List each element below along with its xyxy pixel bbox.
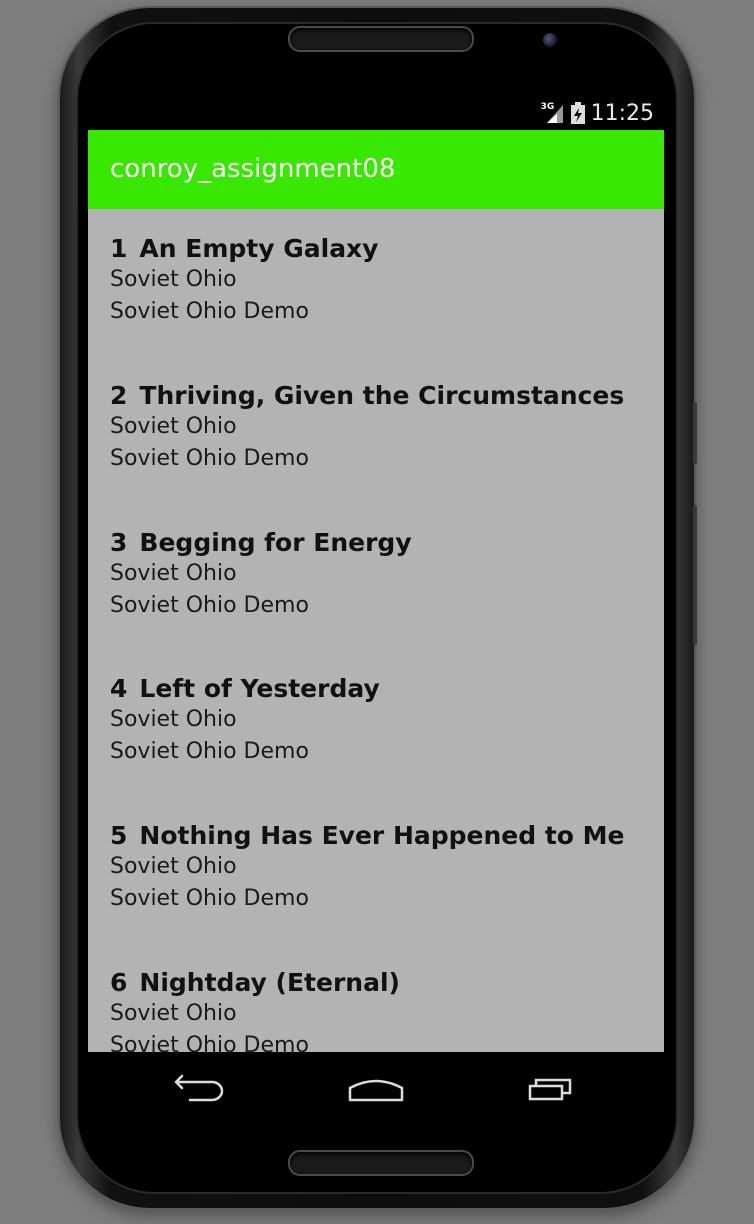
- back-icon: [174, 1074, 224, 1102]
- track-number: 2: [110, 381, 128, 410]
- track-title-line: 3 Begging for Energy: [110, 528, 650, 558]
- recents-icon: [528, 1078, 572, 1101]
- track-number: 5: [110, 821, 128, 850]
- track-artist: Soviet Ohio: [110, 561, 237, 586]
- list-item[interactable]: 4 Left of Yesterday Soviet Ohio Soviet Oh…: [110, 674, 650, 768]
- track-artist: Soviet Ohio: [110, 414, 237, 439]
- track-title-line: 6 Nightday (Eternal): [110, 968, 650, 998]
- list-item[interactable]: 3 Begging for Energy Soviet Ohio Soviet O…: [110, 528, 650, 622]
- list-item[interactable]: 2 Thriving, Given the Circumstances Sovie…: [110, 381, 650, 475]
- front-camera: [543, 33, 557, 47]
- list-item[interactable]: 1 An Empty Galaxy Soviet Ohio Soviet Ohio…: [110, 234, 650, 328]
- top-speaker-grille: [288, 26, 474, 52]
- app-title: conroy_assignment08: [110, 154, 396, 184]
- track-title-line: 1 An Empty Galaxy: [110, 234, 650, 264]
- track-number: 4: [110, 674, 128, 703]
- battery-icon: [570, 102, 585, 124]
- track-list[interactable]: 1 An Empty Galaxy Soviet Ohio Soviet Ohio…: [88, 209, 664, 1052]
- track-title: Thriving, Given the Circumstances: [139, 381, 625, 410]
- track-title-line: 4 Left of Yesterday: [110, 674, 650, 704]
- recents-button[interactable]: [512, 1066, 592, 1110]
- track-album: Soviet Ohio Demo: [110, 593, 309, 618]
- bottom-speaker-grille: [288, 1150, 474, 1176]
- list-item[interactable]: 5 Nothing Has Ever Happened to Me Soviet …: [110, 821, 650, 915]
- track-number: 6: [110, 968, 128, 997]
- track-album: Soviet Ohio Demo: [110, 739, 309, 764]
- track-artist: Soviet Ohio: [110, 854, 237, 879]
- home-icon: [348, 1079, 404, 1102]
- track-album: Soviet Ohio Demo: [110, 446, 309, 471]
- track-album: Soviet Ohio Demo: [110, 1033, 309, 1052]
- track-title: Nothing Has Ever Happened to Me: [139, 821, 625, 850]
- power-button: [693, 505, 697, 645]
- track-artist: Soviet Ohio: [110, 707, 237, 732]
- status-bar: 3G 11:25: [88, 96, 664, 130]
- track-number: 3: [110, 528, 128, 557]
- track-artist: Soviet Ohio: [110, 1001, 237, 1026]
- track-title: Nightday (Eternal): [139, 968, 400, 997]
- track-album: Soviet Ohio Demo: [110, 886, 309, 911]
- track-title: Left of Yesterday: [139, 674, 380, 703]
- list-item[interactable]: 6 Nightday (Eternal) Soviet Ohio Soviet O…: [110, 968, 650, 1052]
- back-button[interactable]: [160, 1066, 240, 1110]
- track-artist: Soviet Ohio: [110, 267, 237, 292]
- app-bar: conroy_assignment08: [88, 130, 664, 209]
- device-screen: 3G 11:25 conroy_assignment08 1 An Empty G…: [88, 96, 664, 1122]
- status-clock: 11:25: [590, 100, 654, 126]
- volume-button: [693, 402, 697, 464]
- navigation-bar: [88, 1052, 664, 1122]
- track-title-line: 5 Nothing Has Ever Happened to Me: [110, 821, 650, 851]
- signal-icon: 3G: [541, 102, 565, 124]
- status-icons: 3G 11:25: [541, 100, 654, 126]
- track-album: Soviet Ohio Demo: [110, 299, 309, 324]
- track-title: An Empty Galaxy: [139, 234, 379, 263]
- track-number: 1: [110, 234, 128, 263]
- track-title: Begging for Energy: [139, 528, 412, 557]
- track-title-line: 2 Thriving, Given the Circumstances: [110, 381, 650, 411]
- home-button[interactable]: [336, 1066, 416, 1110]
